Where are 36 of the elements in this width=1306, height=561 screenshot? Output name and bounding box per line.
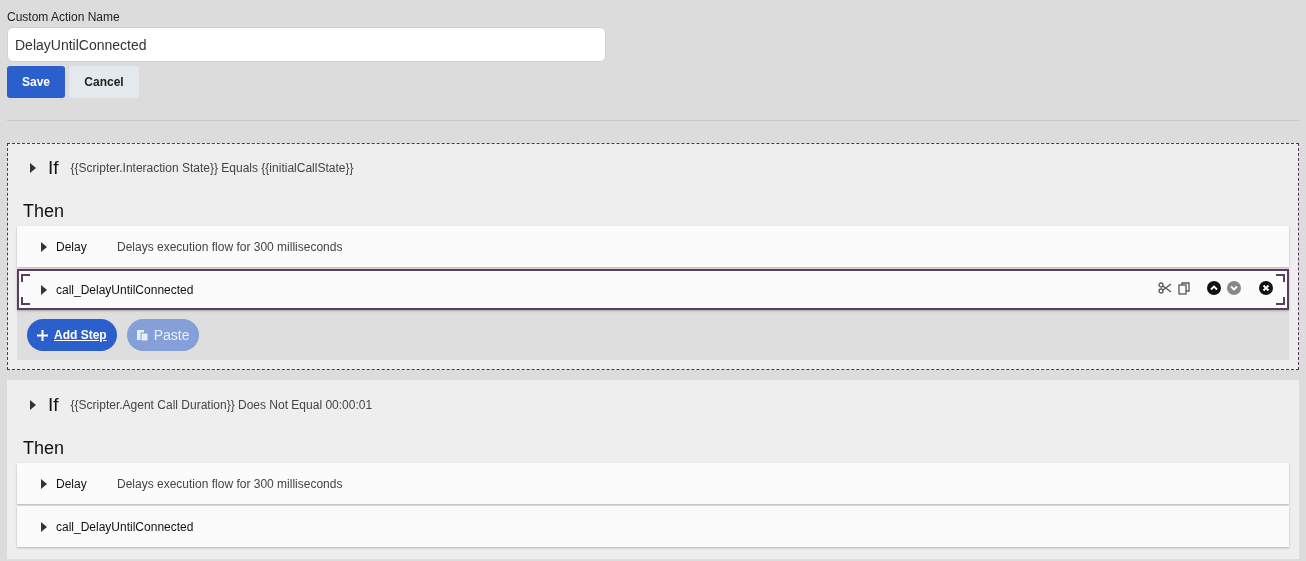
step-name: call_DelayUntilConnected: [56, 518, 194, 536]
caret-icon[interactable]: [30, 163, 36, 173]
step-row[interactable]: Delay Delays execution flow for 300 milliseconds: [17, 463, 1289, 504]
step-description: Delays execution flow for 300 milliseconds: [117, 238, 343, 256]
condition-text: {{Scripter.Agent Call Duration}} Does Not Equal 00:00:01: [70, 397, 373, 414]
caret-icon[interactable]: [41, 521, 47, 532]
step-name: call_DelayUntilConnected: [56, 281, 194, 299]
step-row[interactable]: call_DelayUntilConnected: [17, 269, 1289, 310]
step-row[interactable]: Delay Delays execution flow for 300 milliseconds: [17, 226, 1289, 267]
delete-icon[interactable]: [1259, 281, 1273, 295]
corner-bracket-icon: [1275, 274, 1285, 305]
corner-bracket-icon: [21, 274, 31, 305]
if-keyword: If: [48, 392, 59, 417]
name-input-field[interactable]: DelayUntilConnected: [7, 27, 606, 62]
caret-icon[interactable]: [41, 241, 47, 252]
cancel-button[interactable]: Cancel: [69, 66, 139, 98]
step-description: Delays execution flow for 300 milliseconds: [117, 475, 343, 493]
step-name: Delay: [56, 238, 88, 256]
plus-icon: [37, 329, 48, 341]
clipboard-icon: [136, 329, 148, 341]
move-up-icon[interactable]: [1207, 281, 1221, 295]
step-name: Delay: [56, 475, 88, 493]
then-label: Then: [22, 437, 66, 460]
move-down-icon[interactable]: [1227, 281, 1241, 295]
caret-icon[interactable]: [41, 284, 47, 295]
condition-text: {{Scripter.Interaction State}} Equals {{initialCallState}}: [70, 160, 354, 177]
field-label: Custom Action Name: [7, 9, 121, 25]
step-row[interactable]: call_DelayUntilConnected: [17, 506, 1289, 547]
caret-icon[interactable]: [41, 478, 47, 489]
copy-icon[interactable]: [1178, 281, 1191, 295]
add-step-button[interactable]: Add Step: [27, 319, 117, 351]
save-button[interactable]: Save: [7, 66, 65, 98]
if-keyword: If: [48, 155, 59, 180]
caret-icon[interactable]: [30, 400, 36, 410]
scissors-icon[interactable]: [1158, 282, 1172, 294]
then-label: Then: [22, 200, 66, 223]
